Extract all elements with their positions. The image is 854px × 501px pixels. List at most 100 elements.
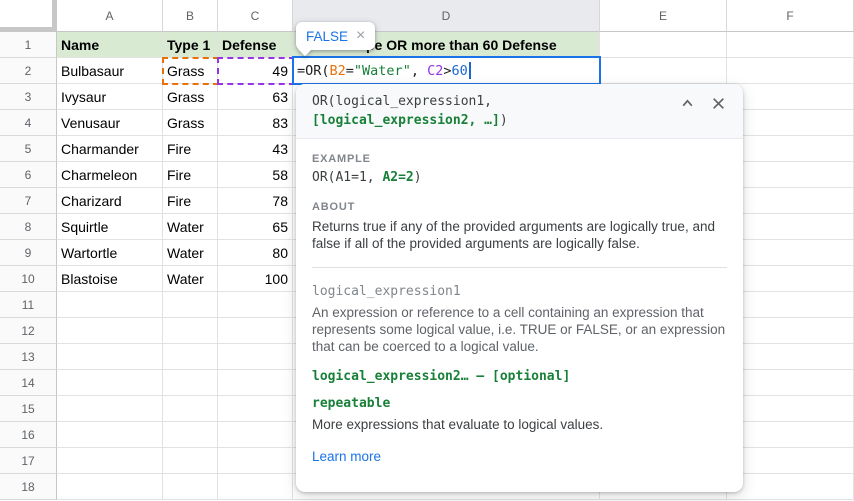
cell-A9[interactable]: Wartortle xyxy=(57,240,163,266)
column-header-F[interactable]: F xyxy=(727,0,854,32)
cell-F8[interactable] xyxy=(727,214,854,240)
cell-A16[interactable] xyxy=(57,422,163,448)
row-header-18[interactable]: 18 xyxy=(0,474,57,500)
cell-B2[interactable]: Grass xyxy=(163,58,218,84)
cell-F15[interactable] xyxy=(727,396,854,422)
row-header-13[interactable]: 13 xyxy=(0,344,57,370)
close-icon[interactable]: × xyxy=(356,28,365,44)
row-header-15[interactable]: 15 xyxy=(0,396,57,422)
close-popup-button[interactable] xyxy=(710,95,726,111)
cell-F14[interactable] xyxy=(727,370,854,396)
cell-A15[interactable] xyxy=(57,396,163,422)
cell-C9[interactable]: 80 xyxy=(218,240,293,266)
cell-C17[interactable] xyxy=(218,448,293,474)
cell-C3[interactable]: 63 xyxy=(218,84,293,110)
cell-F18[interactable] xyxy=(727,474,854,500)
cell-B9[interactable]: Water xyxy=(163,240,218,266)
select-all-corner[interactable] xyxy=(0,0,57,32)
row-header-8[interactable]: 8 xyxy=(0,214,57,240)
row-header-7[interactable]: 7 xyxy=(0,188,57,214)
cell-F5[interactable] xyxy=(727,136,854,162)
cell-C18[interactable] xyxy=(218,474,293,500)
column-header-B[interactable]: B xyxy=(163,0,218,32)
cell-C12[interactable] xyxy=(218,318,293,344)
formula-editor[interactable]: =OR(B2="Water", C2>60 xyxy=(292,56,601,85)
cell-B7[interactable]: Fire xyxy=(163,188,218,214)
cell-E2[interactable] xyxy=(600,58,727,84)
cell-C13[interactable] xyxy=(218,344,293,370)
cell-A12[interactable] xyxy=(57,318,163,344)
cell-B1[interactable]: Type 1 xyxy=(163,32,218,58)
cell-C1[interactable]: Defense xyxy=(218,32,293,58)
cell-F2[interactable] xyxy=(727,58,854,84)
row-header-10[interactable]: 10 xyxy=(0,266,57,292)
cell-A6[interactable]: Charmeleon xyxy=(57,162,163,188)
cell-B10[interactable]: Water xyxy=(163,266,218,292)
cell-B13[interactable] xyxy=(163,344,218,370)
cell-F11[interactable] xyxy=(727,292,854,318)
cell-F6[interactable] xyxy=(727,162,854,188)
cell-F3[interactable] xyxy=(727,84,854,110)
cell-B17[interactable] xyxy=(163,448,218,474)
cell-C2[interactable]: 49 xyxy=(218,58,293,84)
cell-C4[interactable]: 83 xyxy=(218,110,293,136)
cell-F17[interactable] xyxy=(727,448,854,474)
row-header-3[interactable]: 3 xyxy=(0,84,57,110)
cell-B4[interactable]: Grass xyxy=(163,110,218,136)
row-header-14[interactable]: 14 xyxy=(0,370,57,396)
cell-B16[interactable] xyxy=(163,422,218,448)
column-header-A[interactable]: A xyxy=(57,0,163,32)
learn-more-link[interactable]: Learn more xyxy=(312,449,381,464)
cell-A13[interactable] xyxy=(57,344,163,370)
cell-A8[interactable]: Squirtle xyxy=(57,214,163,240)
row-header-17[interactable]: 17 xyxy=(0,448,57,474)
cell-C6[interactable]: 58 xyxy=(218,162,293,188)
cell-A4[interactable]: Venusaur xyxy=(57,110,163,136)
cell-B5[interactable]: Fire xyxy=(163,136,218,162)
cell-C15[interactable] xyxy=(218,396,293,422)
cell-C8[interactable]: 65 xyxy=(218,214,293,240)
cell-A18[interactable] xyxy=(57,474,163,500)
cell-B18[interactable] xyxy=(163,474,218,500)
cell-C11[interactable] xyxy=(218,292,293,318)
cell-F1[interactable] xyxy=(727,32,854,58)
cell-B3[interactable]: Grass xyxy=(163,84,218,110)
cell-A10[interactable]: Blastoise xyxy=(57,266,163,292)
row-header-9[interactable]: 9 xyxy=(0,240,57,266)
cell-F16[interactable] xyxy=(727,422,854,448)
cell-A5[interactable]: Charmander xyxy=(57,136,163,162)
cell-F9[interactable] xyxy=(727,240,854,266)
row-header-5[interactable]: 5 xyxy=(0,136,57,162)
cell-B6[interactable]: Fire xyxy=(163,162,218,188)
cell-B8[interactable]: Water xyxy=(163,214,218,240)
cell-C10[interactable]: 100 xyxy=(218,266,293,292)
row-header-4[interactable]: 4 xyxy=(0,110,57,136)
row-header-1[interactable]: 1 xyxy=(0,32,57,58)
cell-A11[interactable] xyxy=(57,292,163,318)
cell-B14[interactable] xyxy=(163,370,218,396)
cell-A7[interactable]: Charizard xyxy=(57,188,163,214)
row-header-11[interactable]: 11 xyxy=(0,292,57,318)
cell-A14[interactable] xyxy=(57,370,163,396)
cell-F13[interactable] xyxy=(727,344,854,370)
cell-F7[interactable] xyxy=(727,188,854,214)
cell-F4[interactable] xyxy=(727,110,854,136)
row-header-12[interactable]: 12 xyxy=(0,318,57,344)
cell-C16[interactable] xyxy=(218,422,293,448)
cell-F10[interactable] xyxy=(727,266,854,292)
cell-A3[interactable]: Ivysaur xyxy=(57,84,163,110)
cell-A2[interactable]: Bulbasaur xyxy=(57,58,163,84)
cell-E1[interactable] xyxy=(600,32,727,58)
cell-B15[interactable] xyxy=(163,396,218,422)
cell-B11[interactable] xyxy=(163,292,218,318)
row-header-6[interactable]: 6 xyxy=(0,162,57,188)
collapse-button[interactable] xyxy=(679,95,695,111)
cell-A1[interactable]: Name xyxy=(57,32,163,58)
row-header-2[interactable]: 2 xyxy=(0,58,57,84)
cell-B12[interactable] xyxy=(163,318,218,344)
column-header-C[interactable]: C xyxy=(218,0,293,32)
cell-C5[interactable]: 43 xyxy=(218,136,293,162)
cell-C7[interactable]: 78 xyxy=(218,188,293,214)
column-header-E[interactable]: E xyxy=(600,0,727,32)
cell-F12[interactable] xyxy=(727,318,854,344)
